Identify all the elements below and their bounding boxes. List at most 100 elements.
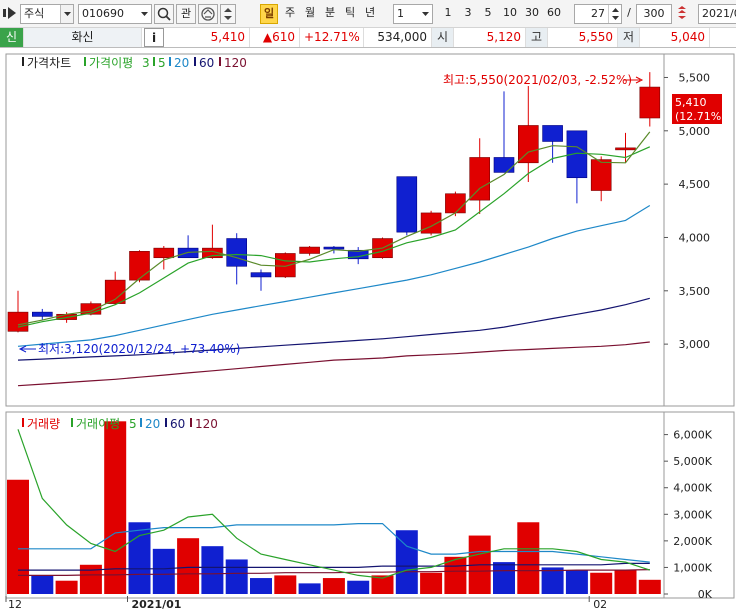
low-annotation: 최저:3,120(2020/12/24, +73.40%) [18,342,240,356]
toolbar: 주식 010690 관 일 주 월 분 틱 년 1 1 3 5 10 30 60… [0,0,736,28]
legend-ma20: 20 [174,56,189,70]
volume-bar[interactable] [347,580,370,594]
volume-bar[interactable] [177,538,200,594]
candle[interactable] [396,176,418,236]
link-button[interactable] [198,4,218,24]
x-tick-label: 2021/01 [132,598,182,611]
volume-bar[interactable] [614,570,637,594]
volume-bar[interactable] [104,421,127,594]
legend-ma3: 3 [142,56,150,70]
legend-marker [169,57,171,66]
interval-60-button[interactable]: 60 [544,4,564,24]
count-value: 27 [591,7,605,20]
stock-code-input[interactable]: 010690 [78,4,152,24]
period-daily-button[interactable]: 일 [260,4,278,24]
interval-3-button[interactable]: 3 [460,4,476,24]
volume-tick-label: 3,000K [673,508,712,521]
current-price-tag-price: 5,410 [675,96,707,109]
candle-body [590,159,612,191]
high-annotation-text: 최고:5,550(2021/02/03, -2.52%) [443,73,632,87]
volume-bar[interactable] [322,578,345,594]
scroll-arrows-icon[interactable] [674,4,690,24]
volume-bar[interactable] [420,572,443,594]
volume-bar[interactable] [225,559,248,594]
date-input[interactable]: 2021/0 [698,4,736,24]
open-label: 시 [432,28,454,47]
search-button[interactable] [154,4,174,24]
price-tick-label: 4,500 [679,178,711,191]
candle-body [274,253,296,278]
candle-body [129,251,150,281]
info-button[interactable]: i [144,28,164,47]
price-tick-label: 3,500 [679,285,711,298]
low-label: 저 [618,28,640,47]
unit-select[interactable]: 1 [393,4,433,24]
stock-code-value: 010690 [82,7,124,20]
volume-bar[interactable] [201,546,224,594]
chevron-down-icon[interactable] [60,5,73,23]
legend-vma20: 20 [145,417,160,431]
chart-canvas[interactable]: 3,000 3,500 4,000 4,500 5,000 5,500 0K 1,000K 2… [0,48,736,611]
volume-bar[interactable] [298,583,321,594]
updown-icon [224,8,232,20]
open-price: 5,120 [454,28,526,47]
volume-bar[interactable] [590,572,613,594]
candle[interactable] [274,252,296,278]
watch-button[interactable]: 관 [176,4,196,24]
legend-ma60: 60 [199,56,214,70]
updown-spinner[interactable] [220,4,236,24]
volume-bar[interactable] [250,578,272,594]
candle-body [153,247,175,259]
total-input[interactable]: 300 [636,4,672,24]
candle[interactable] [129,250,150,283]
candle-body [542,125,563,142]
price-tick-label: 4,000 [679,231,711,244]
volume-bar[interactable] [274,575,297,594]
volume-bar[interactable] [565,570,588,594]
chevron-down-icon[interactable] [419,5,432,23]
candle-body [7,311,29,332]
legend-marker [71,418,73,427]
volume-bar[interactable] [128,522,151,594]
period-monthly-tab[interactable]: 월 [301,4,319,24]
period-tick-tab[interactable]: 틱 [341,4,359,24]
volume-chart-panel[interactable]: 0K 1,000K 2,000K 3,000K 4,000K 5,000K 6,000K [5,411,735,601]
interval-5-button[interactable]: 5 [480,4,496,24]
legend-marker [84,57,86,66]
volume-tick-label: 0K [698,588,713,601]
x-tick-label: 12 [8,598,22,611]
legend-vma120: 120 [195,417,218,431]
volume-bar[interactable] [31,575,54,594]
interval-30-button[interactable]: 30 [522,4,542,24]
volume-bar[interactable] [493,562,515,594]
period-weekly-tab[interactable]: 주 [281,4,299,24]
menu-arrow-icon[interactable] [2,4,18,24]
legend-marker [165,418,167,427]
updown-icon[interactable] [608,5,621,23]
search-icon [157,7,171,21]
volume-bar[interactable] [638,579,661,594]
volume-bar[interactable] [55,580,78,594]
legend-marker [22,418,24,427]
count-input[interactable]: 27 [574,4,622,24]
link-icon [201,7,215,21]
volume-bar[interactable] [7,479,29,594]
volume-tick-label: 6,000K [673,429,712,442]
price-change: ▲610 [250,28,300,47]
change-rate: +12.71% [300,28,364,47]
current-price: 5,410 [166,28,250,47]
period-minute-tab[interactable]: 분 [321,4,339,24]
volume-bar[interactable] [152,548,175,594]
market-select[interactable]: 주식 [20,4,74,24]
candle-body [31,311,53,317]
chevron-down-icon[interactable] [138,5,151,23]
high-annotation: 최고:5,550(2021/02/03, -2.52%) [443,73,644,87]
volume-tick-label: 5,000K [673,455,712,468]
volume-bar[interactable] [517,522,540,594]
interval-1-button[interactable]: 1 [440,4,456,24]
volume-tick-label: 4,000K [673,482,712,495]
interval-10-button[interactable]: 10 [500,4,520,24]
low-price: 5,040 [640,28,710,47]
volume-bar[interactable] [541,567,564,594]
period-yearly-tab[interactable]: 년 [361,4,379,24]
